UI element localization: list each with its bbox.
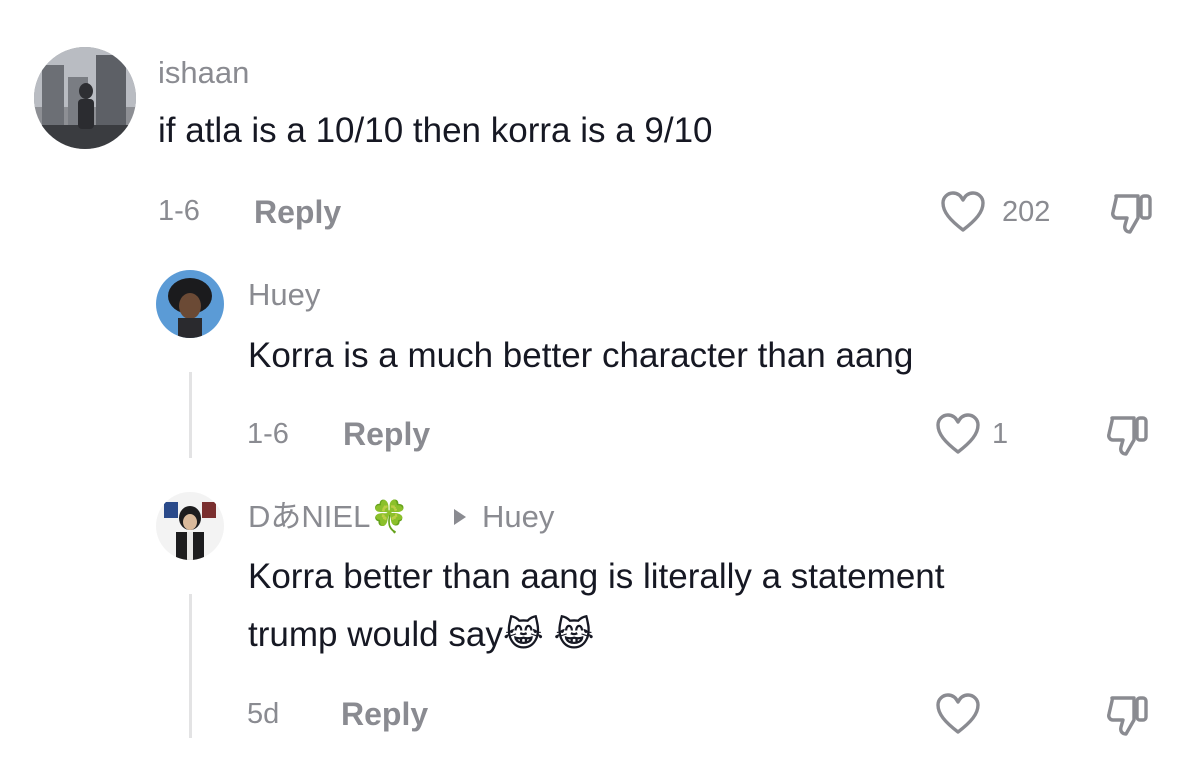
comment-username[interactable]: Huey — [248, 279, 320, 310]
comment-text: Korra is a much better character than aa… — [248, 336, 914, 375]
like-count: 1 — [992, 418, 1009, 450]
laughing-cat-emoji: 😹 😹 — [502, 615, 595, 654]
avatar-huey-image — [156, 270, 224, 338]
comment-text-line-1: Korra better than aang is literally a st… — [248, 557, 945, 596]
avatar-daniel-image — [156, 492, 224, 560]
comment-text-line-2-text: trump would say — [248, 615, 503, 654]
comment-username[interactable]: ishaan — [158, 57, 249, 88]
heart-outline-icon[interactable] — [935, 692, 981, 736]
thumbs-down-icon[interactable] — [1104, 412, 1152, 458]
comment-text: if atla is a 10/10 then korra is a 9/10 — [158, 111, 713, 150]
thumbs-down-icon[interactable] — [1108, 190, 1156, 236]
reply-button[interactable]: Reply — [343, 418, 430, 450]
comment-date: 1-6 — [158, 195, 200, 227]
comment-date: 1-6 — [247, 418, 289, 450]
avatar-ishaan[interactable] — [34, 47, 136, 149]
heart-outline-icon[interactable] — [935, 412, 981, 456]
thread-line — [189, 594, 192, 738]
avatar-ishaan-image — [34, 47, 136, 149]
clover-emoji: 🍀 — [370, 499, 409, 534]
reply-to-username[interactable]: Huey — [482, 501, 554, 532]
avatar-huey[interactable] — [156, 270, 224, 338]
reply-button[interactable]: Reply — [341, 698, 428, 730]
reply-button[interactable]: Reply — [254, 196, 341, 228]
like-count: 202 — [1002, 196, 1051, 228]
comment-username[interactable]: DあNIEL🍀 — [248, 501, 409, 532]
heart-outline-icon[interactable] — [940, 190, 986, 234]
username-text: DあNIEL — [248, 499, 371, 534]
triangle-right-icon — [452, 507, 468, 531]
comment-text-line-2: trump would say😹 😹 — [248, 614, 594, 656]
avatar-daniel[interactable] — [156, 492, 224, 560]
thumbs-down-icon[interactable] — [1104, 692, 1152, 738]
thread-line — [189, 372, 192, 458]
comment-date: 5d — [247, 698, 280, 730]
